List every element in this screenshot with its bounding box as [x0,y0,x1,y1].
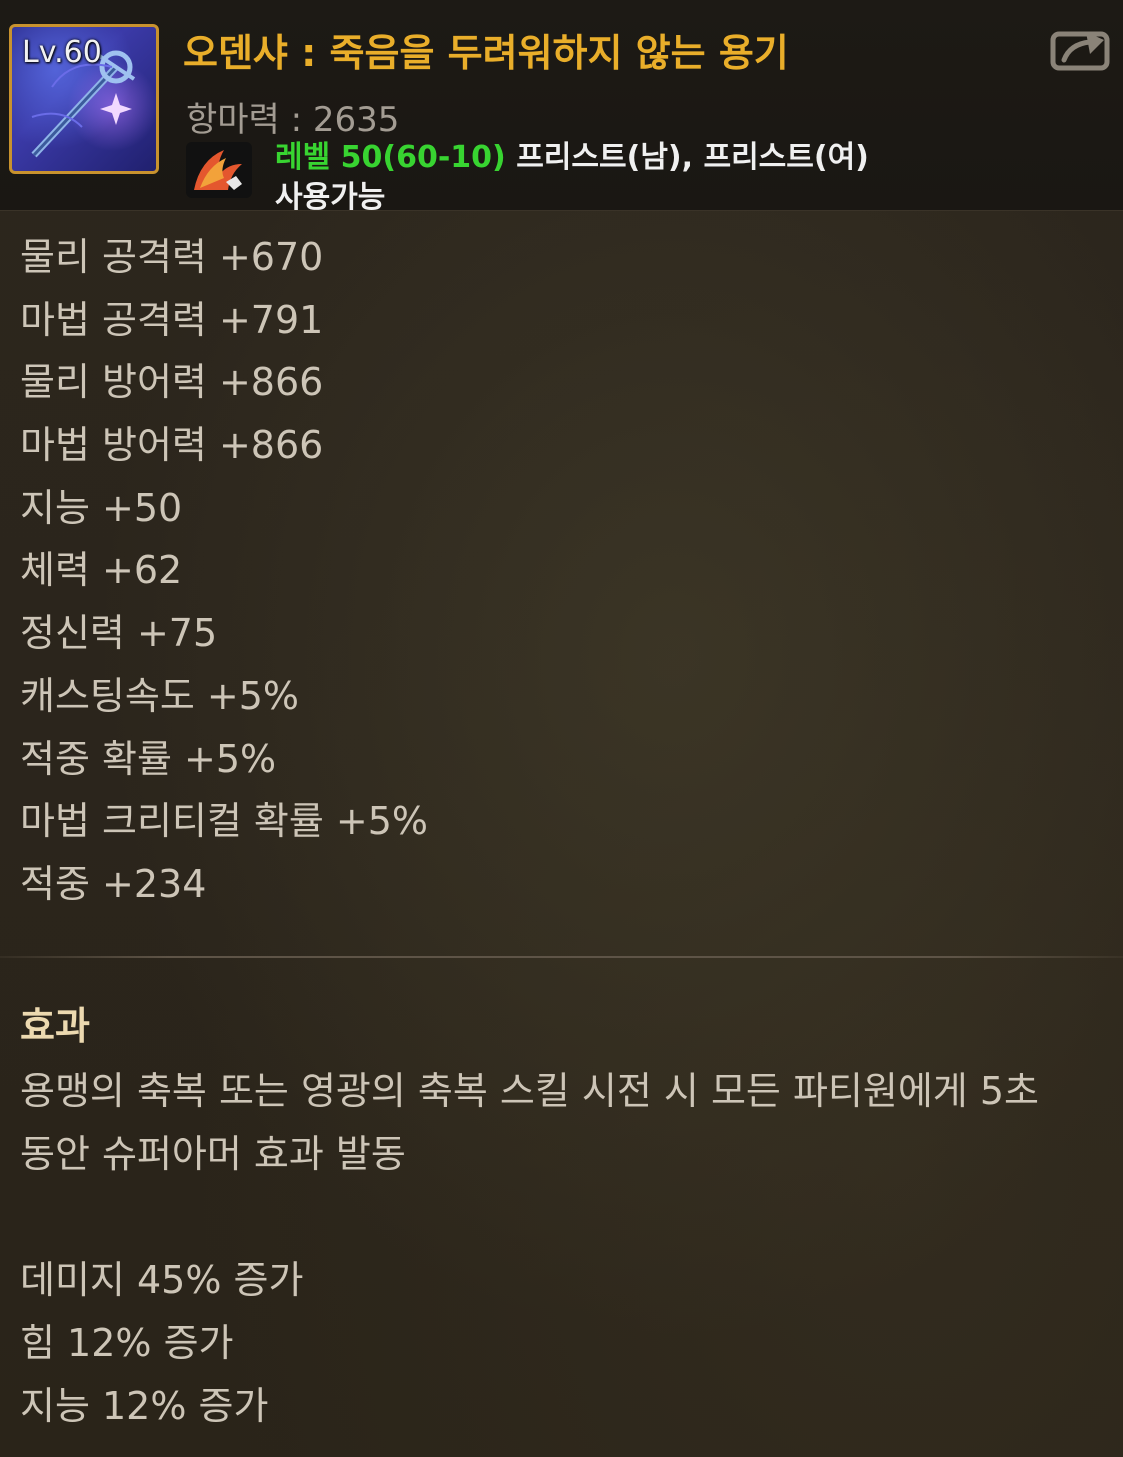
requirement-line: 레벨 50(60-10) 프리스트(남), 프리스트(여) [275,132,869,176]
stat-list: 물리 공격력 +670 마법 공격력 +791 물리 방어력 +866 마법 방… [20,232,428,922]
stat-casting-speed: 캐스팅속도 +5% [20,673,300,718]
effect-bonus-strength: 힘 12% 증가 [20,1321,234,1365]
stat-intelligence: 지능 +50 [20,485,183,530]
effect-bonus-intelligence: 지능 12% 증가 [20,1384,269,1428]
item-level-badge: Lv.60 [22,35,102,70]
stat-physical-defense: 물리 방어력 +866 [20,360,324,405]
tooltip-header: Lv.60 오덴샤 : 죽음을 두려워하지 않는 용기 항마력 : 2635 레… [0,0,1123,215]
item-tooltip: Lv.60 오덴샤 : 죽음을 두려워하지 않는 용기 항마력 : 2635 레… [0,0,1123,1457]
holy-staff-icon: Lv.60 [9,24,159,174]
section-divider [0,956,1123,958]
stat-spirit: 정신력 +75 [20,611,218,656]
priest-wing-icon [186,142,252,198]
effect-bonus-list: 데미지 45% 증가 힘 12% 증가 지능 12% 증가 [20,1252,303,1441]
share-export-icon[interactable] [1050,24,1110,72]
stat-magic-attack: 마법 공격력 +791 [20,297,324,342]
effect-heading: 효과 [20,1004,90,1048]
effect-bonus-damage: 데미지 45% 증가 [20,1258,304,1302]
stat-magic-defense: 마법 방어력 +866 [20,423,324,468]
item-name: 오덴샤 : 죽음을 두려워하지 않는 용기 [183,31,789,75]
stat-accuracy: 적중 +234 [20,861,207,906]
stat-magic-crit-rate: 마법 크리티컬 확률 +5% [20,799,429,844]
usable-status: 사용가능 [275,180,386,215]
stat-vitality: 체력 +62 [20,548,183,593]
stat-physical-attack: 물리 공격력 +670 [20,235,324,279]
effect-description: 용맹의 축복 또는 영광의 축복 스킬 시전 시 모든 파티원에게 5초 동안 … [20,1069,1039,1176]
required-level: 레벨 50(60-10) [275,140,506,175]
required-classes: 프리스트(남), 프리스트(여) [505,140,869,175]
stat-hit-rate: 적중 확률 +5% [20,736,277,781]
